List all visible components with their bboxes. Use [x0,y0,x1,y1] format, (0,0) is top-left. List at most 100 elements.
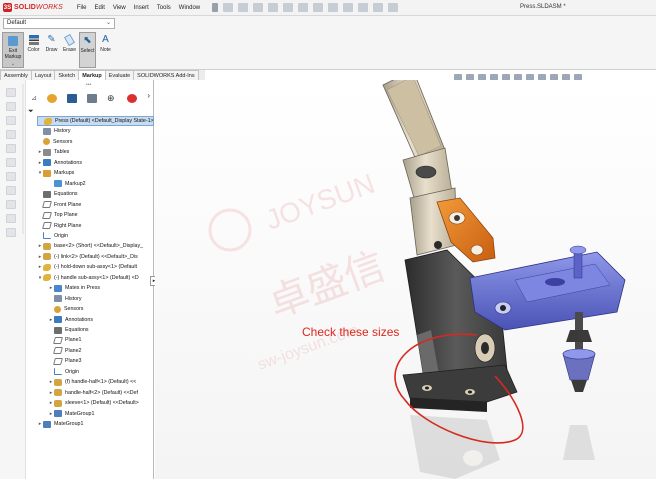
tree-item[interactable]: ▸ handle-half<2> (Default) <<Def [48,388,154,398]
solidworks-logo[interactable]: 3S SOLID WORKS [3,3,63,12]
undo-icon[interactable] [298,3,309,12]
property-manager-tab[interactable] [64,92,80,104]
tree-item[interactable]: ▸ (-) link<2> (Default) <<Default>_Dis [37,252,154,262]
filter-icon[interactable]: ⏷ [28,108,34,116]
tree-item[interactable]: ▸ MateGroup1 [48,409,154,419]
design-library-icon[interactable] [6,102,16,111]
resources-icon[interactable] [6,88,16,97]
tree-item[interactable]: Sensors [37,137,154,147]
new-file-icon[interactable] [238,3,249,12]
plane-icon [42,201,52,209]
tree-item[interactable]: Right Plane [37,221,154,231]
draw-button[interactable]: ✎ Draw [43,32,60,68]
tree-item[interactable]: Origin [48,367,154,377]
plane-icon [53,347,63,355]
pin-icon[interactable] [212,3,219,12]
tree-item[interactable]: Front Plane [37,200,154,210]
tree-item[interactable]: Equations [48,325,154,335]
toolbox-icon[interactable] [6,172,16,181]
tab-layout[interactable]: Layout [30,70,56,80]
appearances-icon[interactable] [6,144,16,153]
tree-item[interactable]: History [48,294,154,304]
redo-icon[interactable] [313,3,324,12]
menu-window[interactable]: Window [179,5,200,11]
view-palette-icon[interactable] [6,130,16,139]
tree-item[interactable]: Equations [37,189,154,199]
tree-item[interactable]: ▸ (f) handle-half<1> (Default) << [48,377,154,387]
pin-icon[interactable]: ⊿ [28,92,40,104]
tree-item[interactable]: Plane2 [48,346,154,356]
strip-scrollbar[interactable] [22,84,24,234]
tree-item[interactable]: ▸ (-) hold-down sub-assy<1> (Default [37,262,154,272]
press-icon [44,117,52,125]
select-arrow-icon[interactable] [328,3,339,12]
tab-markup[interactable]: Markup [78,70,106,80]
display-manager-tab[interactable] [124,92,140,104]
command-manager: Default ⌄ Exit Markup ⌄ Color ✎ Draw Era… [0,16,656,70]
erase-button[interactable]: Erase [61,32,78,68]
plane-icon [53,336,63,344]
tree-item-label: Plane1 [65,337,82,344]
menu-file[interactable]: File [77,5,87,11]
markup-annotation-text[interactable]: Check these sizes [302,325,399,339]
tree-item[interactable]: ▸ Annotations [48,315,154,325]
tree-item[interactable]: Markup2 [48,179,154,189]
menu-tools[interactable]: Tools [157,5,171,11]
tree-item[interactable]: Sensors [48,304,154,314]
tab-evaluate[interactable]: Evaluate [104,70,135,80]
search-commands-icon[interactable] [388,3,399,12]
chevron-down-icon: ⌄ [105,20,111,26]
tree-item[interactable]: Top Plane [37,210,154,220]
save-icon[interactable] [268,3,279,12]
tree-item[interactable]: ▸ Annotations [37,158,154,168]
chevron-down-icon[interactable]: ⌄ [11,61,15,67]
settings-icon[interactable] [6,228,16,237]
tree-item[interactable]: ▸ MateGroup1 [37,419,154,429]
part-icon [54,389,62,397]
note-button[interactable]: A Note [97,32,114,68]
chevron-right-icon[interactable]: › [147,91,150,100]
tree-item[interactable]: Plane1 [48,335,154,345]
brand-italic: WORKS [35,4,63,11]
library-icon[interactable] [6,200,16,209]
plugin-icon[interactable] [6,214,16,223]
select-button[interactable]: ⬉ Select [79,32,96,68]
model-render: JOYSUN 卓盛信 sw-joysun.com [155,80,656,479]
configuration-manager-tab[interactable] [84,92,100,104]
options-gear-icon[interactable] [373,3,384,12]
graphics-area[interactable]: JOYSUN 卓盛信 sw-joysun.com Check these siz… [155,80,656,479]
tree-item[interactable]: ▸ base<2> (Short) <<Default>_Display_ [37,241,154,251]
open-icon[interactable] [253,3,264,12]
feature-tree-icon [47,93,57,103]
dimxpert-tab[interactable]: ⊕ [104,92,120,104]
custom-properties-icon[interactable] [6,158,16,167]
configuration-select[interactable]: Default ⌄ [3,18,115,29]
tree-item[interactable]: Press (Default) <Default_Display State-1… [37,116,154,126]
feature-tree-tab[interactable] [44,92,60,104]
tree-item[interactable]: ▸ Tables [37,147,154,157]
panel-grip[interactable]: ••• [86,82,91,88]
menu-edit[interactable]: Edit [95,5,105,11]
title-bar: 3S SOLID WORKS File Edit View Insert Tool… [0,0,656,16]
exit-markup-button[interactable]: Exit Markup ⌄ [2,32,24,68]
configuration-value: Default [7,20,27,26]
tree-item[interactable]: ▾ (-) handle sub-assy<1> (Default) <D [37,273,154,283]
file-properties-icon[interactable] [358,3,369,12]
tab-addins[interactable]: SOLIDWORKS Add-Ins [133,70,199,80]
tree-item[interactable]: Plane3 [48,356,154,366]
print-icon[interactable] [283,3,294,12]
color-button[interactable]: Color [25,32,42,68]
tab-sketch[interactable]: Sketch [54,70,80,80]
tree-item[interactable]: ▾ Markups [37,168,154,178]
tree-item[interactable]: ▸ sleeve<1> (Default) <<Default> [48,398,154,408]
menu-view[interactable]: View [113,5,126,11]
tree-item[interactable]: Origin [37,231,154,241]
tab-assembly[interactable]: Assembly [0,70,32,80]
home-icon[interactable] [223,3,234,12]
menu-insert[interactable]: Insert [134,5,149,11]
file-explorer-icon[interactable] [6,116,16,125]
tree-item[interactable]: ▸ Mates in Press [48,283,154,293]
rebuild-icon[interactable] [343,3,354,12]
tree-item[interactable]: History [37,126,154,136]
forum-icon[interactable] [6,186,16,195]
